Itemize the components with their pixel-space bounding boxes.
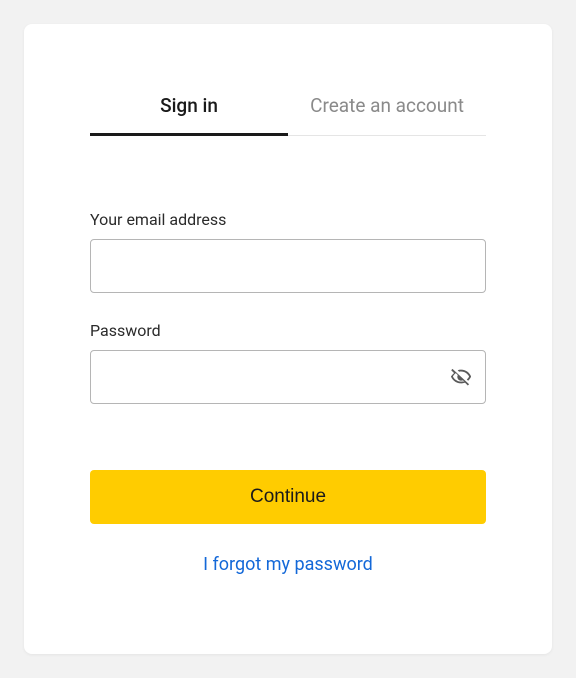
signin-form: Your email address Password Continue I f… xyxy=(90,136,486,575)
password-input-wrap xyxy=(90,350,486,404)
email-input-wrap xyxy=(90,239,486,293)
email-field[interactable] xyxy=(90,239,486,293)
tab-sign-in[interactable]: Sign in xyxy=(90,94,288,135)
tab-sign-in-label: Sign in xyxy=(160,94,218,117)
visibility-off-icon[interactable] xyxy=(450,366,472,388)
password-label: Password xyxy=(90,321,486,340)
tab-create-account-label: Create an account xyxy=(310,94,464,117)
signin-card: Sign in Create an account Your email add… xyxy=(24,24,552,654)
email-label: Your email address xyxy=(90,210,486,229)
forgot-password-link[interactable]: I forgot my password xyxy=(90,554,486,575)
continue-button[interactable]: Continue xyxy=(90,470,486,524)
auth-tabs: Sign in Create an account xyxy=(90,94,486,136)
password-field-group: Password xyxy=(90,321,486,404)
forgot-password-label: I forgot my password xyxy=(203,554,373,575)
tab-create-account[interactable]: Create an account xyxy=(288,94,486,135)
continue-button-label: Continue xyxy=(250,486,326,507)
email-field-group: Your email address xyxy=(90,210,486,293)
password-field[interactable] xyxy=(90,350,486,404)
